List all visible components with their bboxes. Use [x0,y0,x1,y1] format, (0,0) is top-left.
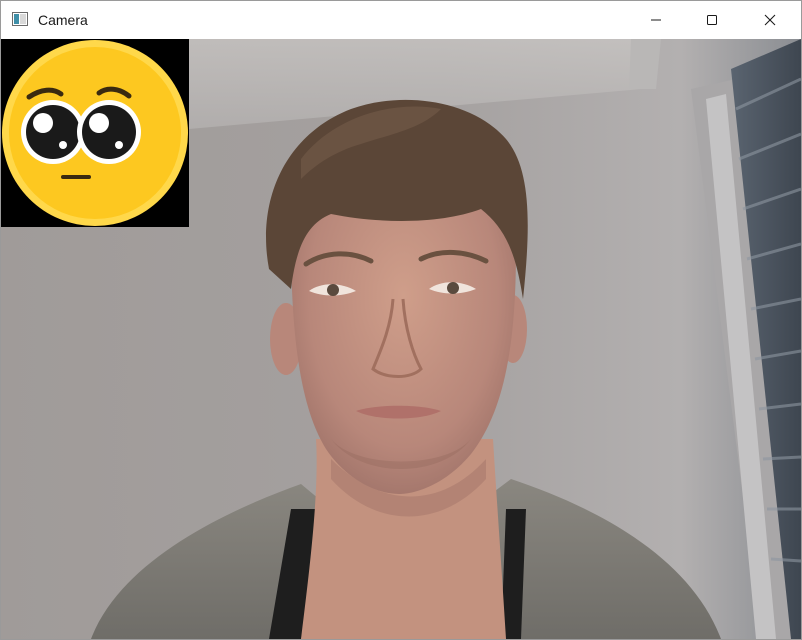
maximize-button[interactable] [689,1,735,39]
emoji-overlay [1,39,189,227]
window-title: Camera [38,12,88,28]
minimize-icon [650,14,662,26]
close-icon [764,14,776,26]
opencv-window-icon [12,12,28,26]
camera-window: Camera [0,0,802,640]
minimize-button[interactable] [633,1,679,39]
maximize-icon [706,14,718,26]
close-button[interactable] [747,1,793,39]
title-bar[interactable]: Camera [1,1,801,39]
camera-viewport [1,39,801,639]
pleading-face-emoji-icon [2,40,188,226]
